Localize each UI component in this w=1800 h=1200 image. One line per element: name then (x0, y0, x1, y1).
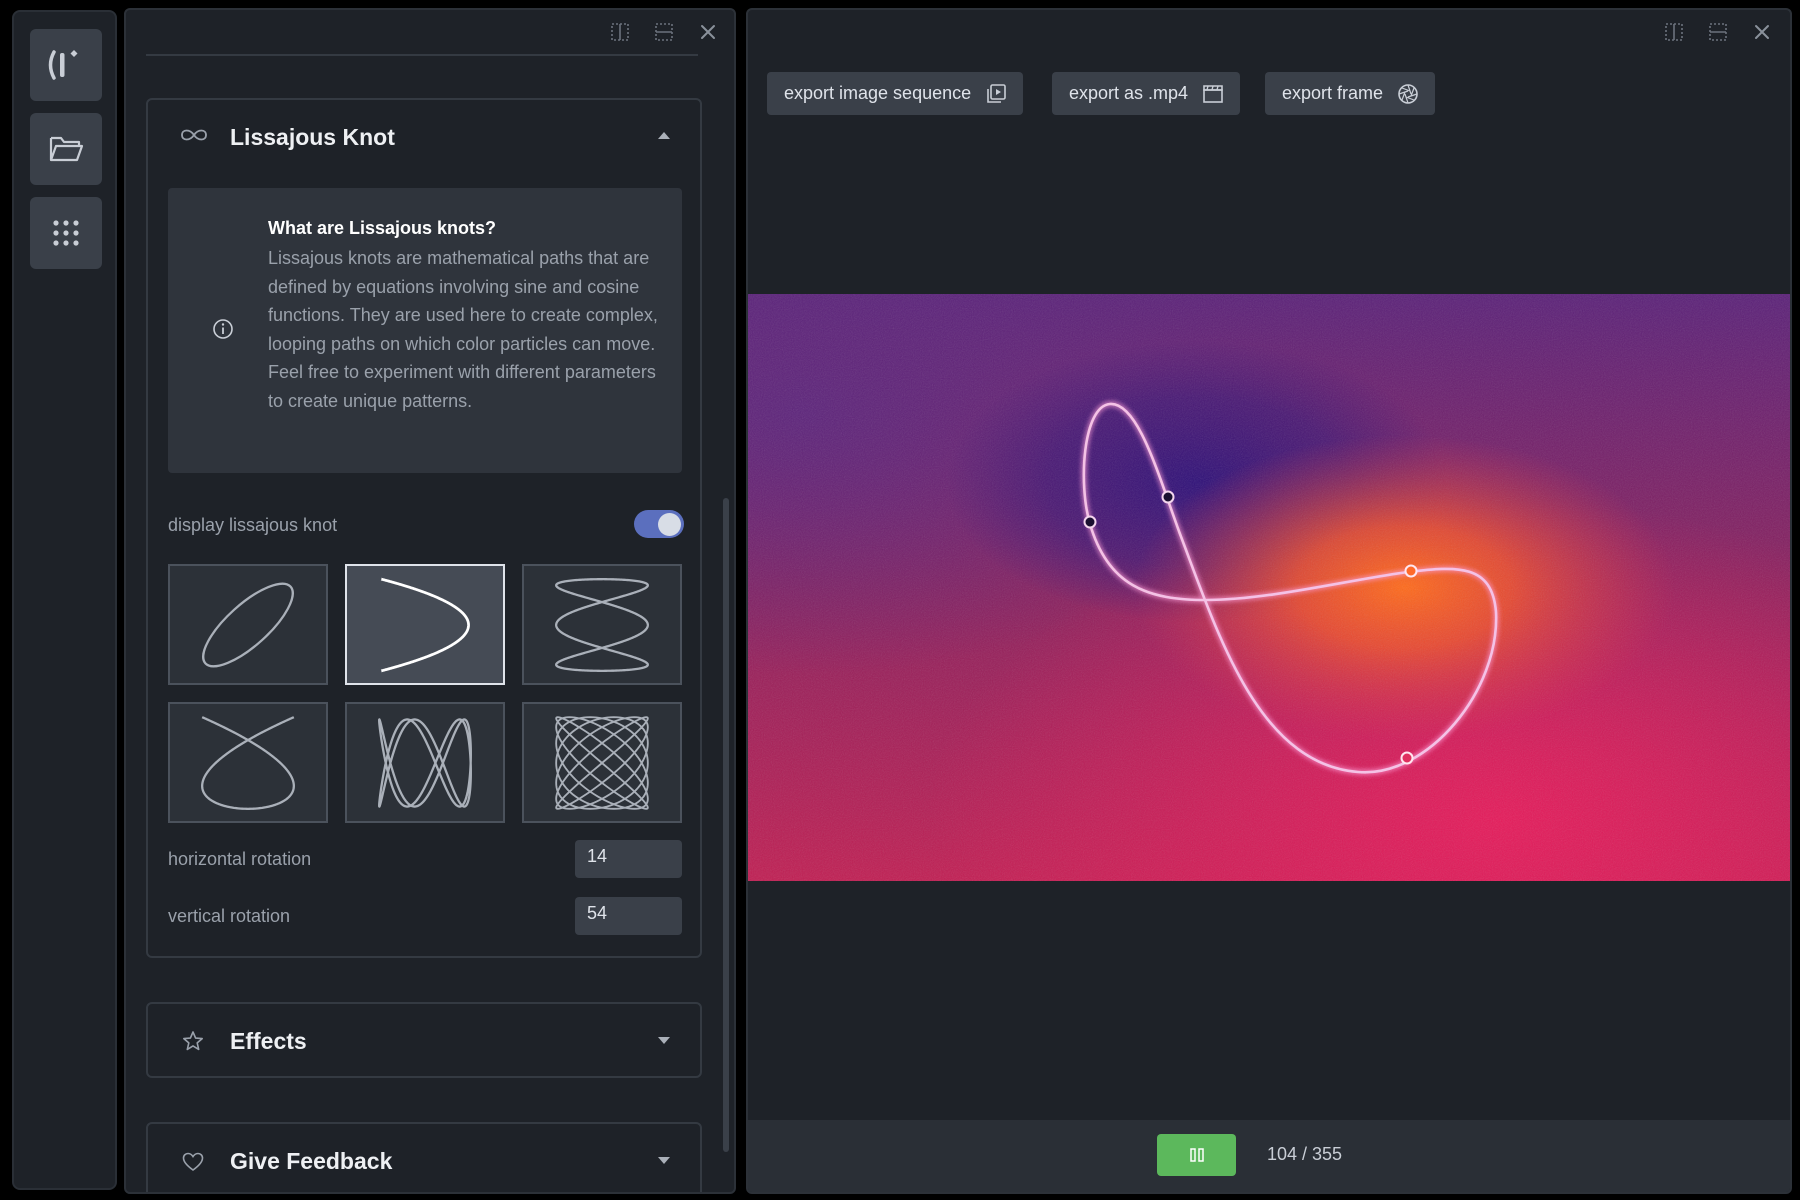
app-sidebar (12, 10, 117, 1190)
knot-preset-6[interactable] (522, 702, 682, 823)
export-mp4-label: export as .mp4 (1069, 83, 1189, 103)
pause-button[interactable] (1157, 1134, 1236, 1176)
image-sequence-icon (987, 83, 1006, 103)
playback-bar: 104 / 355 (748, 1120, 1790, 1192)
knot-handle[interactable] (1161, 490, 1175, 504)
loop-knot-icon (380, 577, 470, 672)
logo-button[interactable] (30, 29, 102, 101)
knot-preset-1[interactable] (168, 564, 328, 685)
ellipse-knot-icon (202, 582, 294, 667)
folder-icon (49, 136, 84, 162)
export-mp4-button[interactable]: export as .mp4 (1052, 72, 1241, 115)
mesh-knot-icon (555, 715, 649, 810)
feedback-section[interactable]: Give Feedback (146, 1122, 702, 1192)
settings-panel: Lissajous Knot What are Lissajous knots?… (124, 8, 736, 1194)
export-image-sequence-button[interactable]: export image sequence (767, 72, 1024, 115)
effects-title: Effects (230, 1028, 307, 1054)
knot-handle[interactable] (1400, 751, 1414, 765)
aperture-icon (1398, 83, 1418, 104)
preview-panel: export image sequence export as .mp4 exp… (746, 8, 1792, 1194)
chevron-down-icon (658, 1037, 670, 1044)
export-frame-label: export frame (1282, 83, 1384, 103)
film-icon (1203, 84, 1223, 103)
split-vertical-icon[interactable] (608, 20, 632, 44)
lissajous-section-header[interactable]: Lissajous Knot (148, 100, 700, 170)
feedback-title: Give Feedback (230, 1148, 393, 1174)
knot-preset-4[interactable] (168, 702, 328, 823)
settings-panel-header (126, 10, 734, 56)
vertical-rotation-label: vertical rotation (168, 906, 291, 926)
info-box: What are Lissajous knots? Lissajous knot… (168, 188, 682, 473)
frame-counter: 104 / 355 (1267, 1144, 1343, 1164)
split-vertical-icon[interactable] (1662, 20, 1686, 44)
knot-preset-5[interactable] (345, 702, 505, 823)
knot-handle[interactable] (1404, 564, 1418, 578)
chevron-up-icon (658, 132, 670, 139)
gradient-artwork (748, 294, 1790, 881)
heart-icon (182, 1152, 204, 1171)
pause-icon (1189, 1148, 1204, 1162)
export-frame-button[interactable]: export frame (1265, 72, 1436, 115)
display-knot-toggle[interactable] (634, 510, 684, 538)
logo-icon (48, 50, 78, 80)
horizontal-rotation-input[interactable]: 14 (575, 840, 682, 878)
crossed-knot-icon (201, 715, 295, 810)
split-horizontal-icon[interactable] (1706, 20, 1730, 44)
vertical-rotation-input[interactable]: 54 (575, 897, 682, 935)
render-canvas[interactable] (748, 294, 1790, 881)
wave-knot-icon (555, 577, 649, 672)
close-icon[interactable] (1750, 20, 1774, 44)
chevron-down-icon (658, 1157, 670, 1164)
export-image-sequence-label: export image sequence (784, 83, 972, 103)
header-divider (146, 54, 698, 56)
lissajous-title: Lissajous Knot (230, 124, 395, 150)
grid-icon (53, 220, 79, 246)
star-icon (183, 1031, 203, 1051)
toggle-knob (658, 513, 681, 536)
display-knot-label: display lissajous knot (168, 515, 338, 535)
info-title: What are Lissajous knots? (268, 218, 497, 238)
preview-panel-header (748, 10, 1790, 54)
knot-preset-2[interactable] (345, 564, 505, 685)
info-text: Lissajous knots are mathematical paths t… (268, 248, 658, 411)
knot-preset-3[interactable] (522, 564, 682, 685)
knot-handle[interactable] (1083, 515, 1097, 529)
lissajous-section: Lissajous Knot What are Lissajous knots?… (146, 98, 702, 958)
info-icon (213, 319, 233, 339)
horizontal-rotation-label: horizontal rotation (168, 849, 312, 869)
split-horizontal-icon[interactable] (652, 20, 676, 44)
settings-scrollbar[interactable] (723, 498, 729, 1152)
woven-knot-icon (378, 717, 472, 808)
open-folder-button[interactable] (30, 113, 102, 185)
close-icon[interactable] (696, 20, 720, 44)
effects-section[interactable]: Effects (146, 1002, 702, 1078)
apps-button[interactable] (30, 197, 102, 269)
infinity-icon (181, 129, 207, 141)
